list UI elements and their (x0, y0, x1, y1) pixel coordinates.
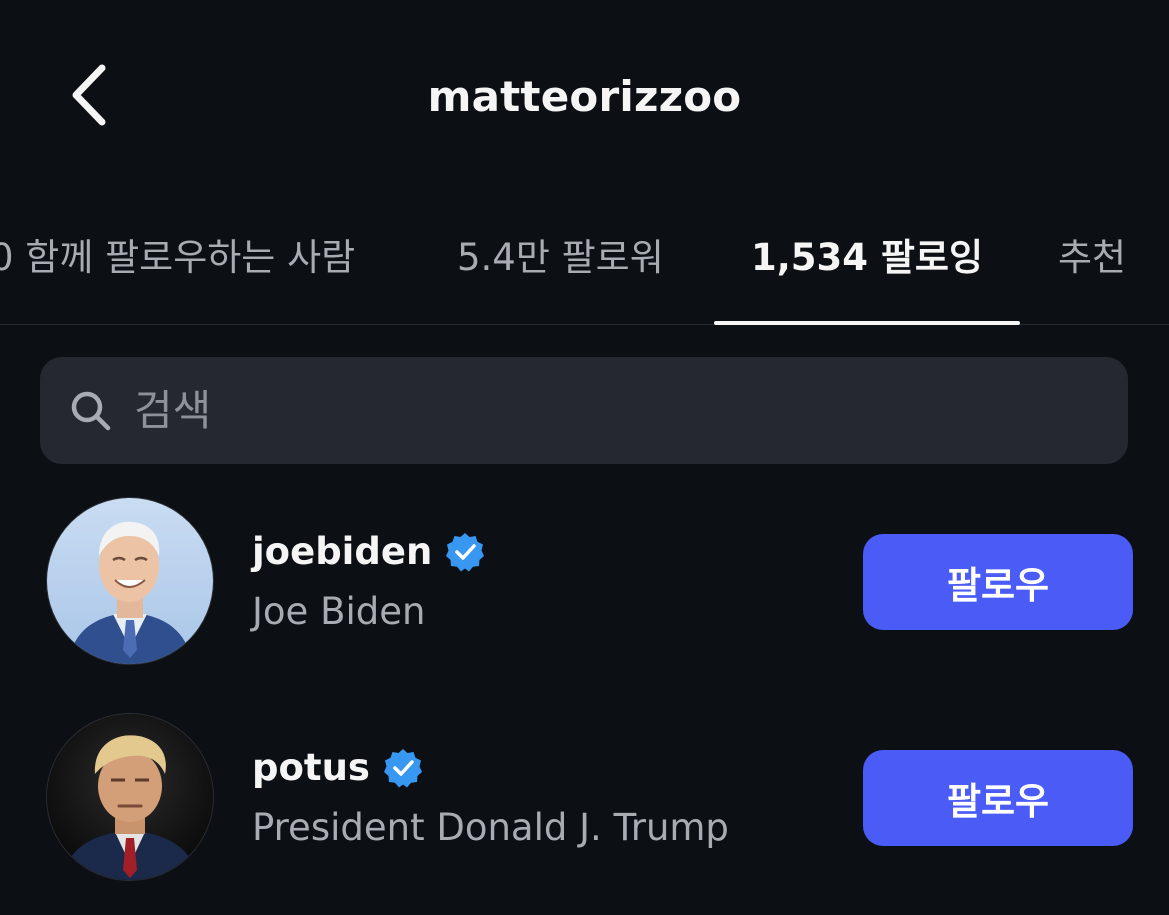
tab-followers[interactable]: 5.4만 팔로워 (457, 226, 664, 324)
username[interactable]: potus (252, 744, 370, 792)
full-name: Joe Biden (252, 590, 426, 633)
search-input[interactable] (132, 369, 1128, 452)
active-tab-indicator (714, 321, 1020, 325)
tab-following[interactable]: 1,534 팔로잉 (714, 226, 1020, 325)
search-bar[interactable] (40, 357, 1128, 464)
full-name: President Donald J. Trump (252, 806, 729, 849)
username-line: joebiden (252, 528, 486, 576)
user-row[interactable]: potus President Donald J. Trump 팔로우 (0, 714, 1169, 884)
tab-mutual-followers[interactable]: 0 함께 팔로우하는 사람 (0, 226, 355, 324)
following-screen: matteorizzoo 0 함께 팔로우하는 사람 5.4만 팔로워 1,53… (0, 0, 1169, 915)
tab-following-label: 1,534 팔로잉 (750, 236, 984, 279)
tab-suggested[interactable]: 추천 (1058, 226, 1126, 324)
avatar[interactable] (47, 714, 213, 880)
follow-button[interactable]: 팔로우 (863, 750, 1133, 846)
page-title: matteorizzoo (427, 72, 742, 121)
avatar[interactable] (47, 498, 213, 664)
username-line: potus (252, 744, 424, 792)
verified-badge-icon (444, 531, 486, 573)
username[interactable]: joebiden (252, 528, 432, 576)
verified-badge-icon (382, 747, 424, 789)
user-row[interactable]: joebiden Joe Biden 팔로우 (0, 498, 1169, 668)
tab-bar: 0 함께 팔로우하는 사람 5.4만 팔로워 1,534 팔로잉 추천 (0, 226, 1169, 325)
search-icon (68, 388, 114, 434)
follow-button[interactable]: 팔로우 (863, 534, 1133, 630)
